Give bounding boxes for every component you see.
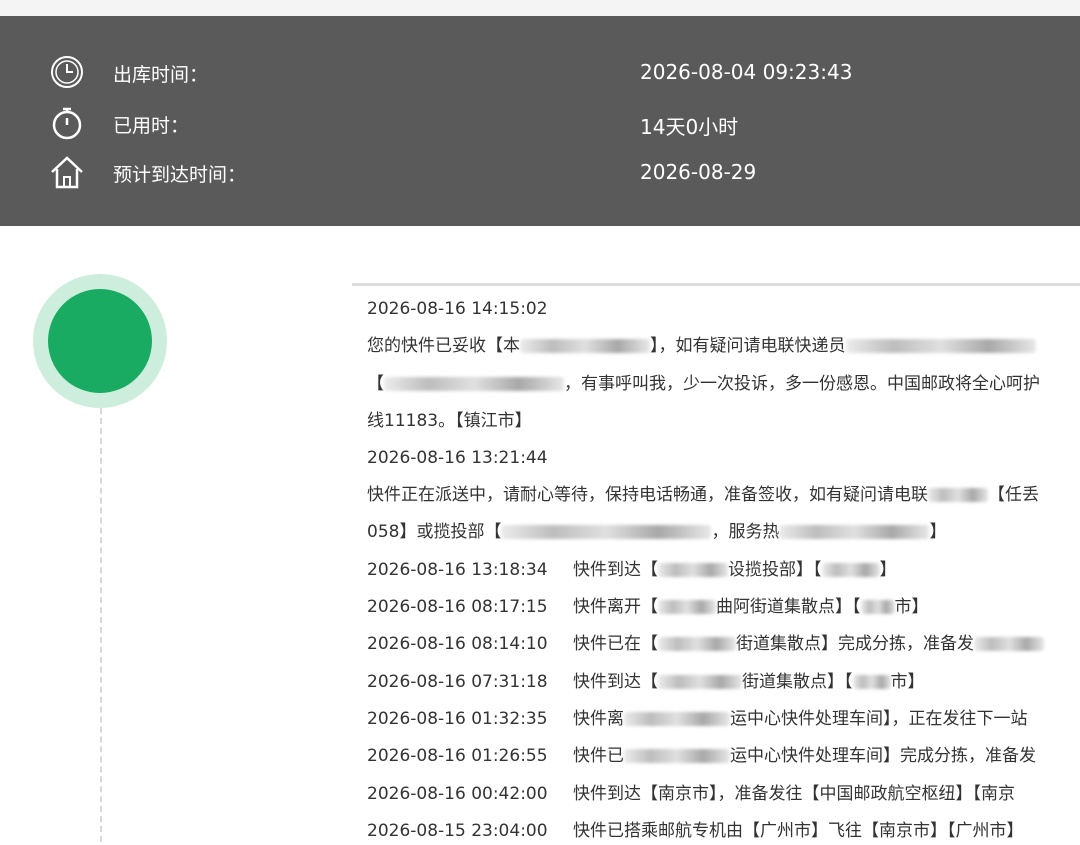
estimated-arrival-value: 2026-08-29 xyxy=(640,160,757,184)
stopwatch-icon xyxy=(48,105,86,141)
redacted-blur xyxy=(658,675,742,689)
redacted-blur xyxy=(852,675,891,689)
clock-icon xyxy=(48,54,86,90)
elapsed-time-label: 已用时： xyxy=(113,115,190,137)
redacted-blur xyxy=(974,637,1044,651)
log-event: 2026-08-16 01:32:35 快件离 运中心快件处理车间】，正在发往下一站 xyxy=(367,709,1028,729)
redacted-blur xyxy=(821,563,880,577)
home-icon xyxy=(48,154,86,190)
log-event: 2026-08-16 07:31:18 快件到达【 街道集散点】【 市】 xyxy=(367,672,925,692)
dispatch-time-value: 2026-08-04 09:23:43 xyxy=(640,60,853,84)
log-message: 【，有事呼叫我，少一次投诉，多一份感恩。中国邮政将全心呵护 xyxy=(367,374,1040,394)
redacted-blur xyxy=(624,749,730,763)
redacted-blur xyxy=(520,339,650,353)
redacted-blur xyxy=(501,525,712,539)
shipment-summary-panel: 出库时间： 2026-08-04 09:23:43 已用时： 14天0小时 预计… xyxy=(0,16,1080,226)
tracking-log: 2026-08-16 14:15:02 您的快件已妥收【本 】，如有疑问请电联快递… xyxy=(352,283,1080,845)
redacted-blur xyxy=(658,600,716,614)
log-message: 线11183。【镇江市】 xyxy=(367,411,532,431)
log-message: 快件正在派送中，请耐心等待，保持电话畅通，准备签收，如有疑问请电联 【任丢 xyxy=(367,485,1039,505)
summary-row-elapsed-time: 已用时： 14天0小时 xyxy=(0,103,1080,143)
log-message: 058】或揽投部【 ，服务热】 xyxy=(367,522,947,542)
redacted-blur xyxy=(384,377,564,391)
summary-row-estimated-arrival: 预计到达时间： 2026-08-29 xyxy=(0,152,1080,192)
estimated-arrival-label: 预计到达时间： xyxy=(113,164,247,186)
log-event: 2026-08-15 23:04:00 快件已搭乘邮航专机由【广州市】飞往【南京市… xyxy=(367,821,1024,841)
log-message: 您的快件已妥收【本 】，如有疑问请电联快递员 xyxy=(367,333,1036,359)
redacted-blur xyxy=(860,600,895,614)
redacted-blur xyxy=(779,525,930,539)
log-timestamp: 2026-08-16 14:15:02 xyxy=(367,299,548,319)
dispatch-time-label: 出库时间： xyxy=(113,64,209,86)
top-strip xyxy=(0,0,1080,16)
redacted-blur xyxy=(845,339,1036,353)
timeline-connector xyxy=(100,408,102,842)
log-event: 2026-08-16 13:18:34 快件到达【 设揽投部】【】 xyxy=(367,560,897,580)
log-event: 2026-08-16 00:42:00 快件到达【南京市】，准备发往【中国邮政航空… xyxy=(367,784,1015,804)
log-event: 2026-08-16 01:26:55 快件已 运中心快件处理车间】完成分拣，准备发 xyxy=(367,746,1036,766)
log-event: 2026-08-16 08:14:10 快件已在【 街道集散点】完成分拣，准备发 xyxy=(367,631,1044,657)
log-timestamp: 2026-08-16 13:21:44 xyxy=(367,448,548,468)
timeline-current-dot xyxy=(48,289,152,393)
redacted-blur xyxy=(624,712,730,726)
redacted-blur xyxy=(658,563,728,577)
summary-row-dispatch-time: 出库时间： 2026-08-04 09:23:43 xyxy=(0,52,1080,92)
elapsed-time-value: 14天0小时 xyxy=(640,115,739,139)
log-event: 2026-08-16 08:17:15 快件离开【 曲阿街道集散点】【 市】 xyxy=(367,597,929,617)
redacted-blur xyxy=(928,488,988,502)
redacted-blur xyxy=(658,637,736,651)
